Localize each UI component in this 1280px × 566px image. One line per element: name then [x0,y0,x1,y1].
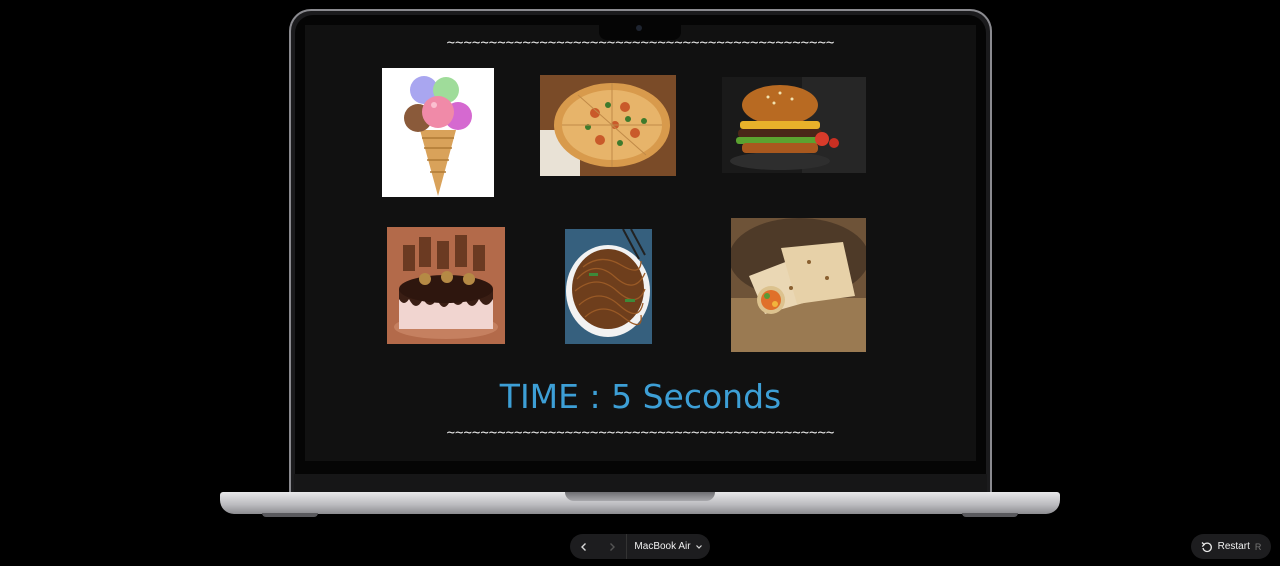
back-button[interactable] [570,534,598,559]
food-image-pizza [540,75,676,176]
camera-icon [636,25,642,31]
restart-label: Restart [1217,541,1250,552]
chevron-right-icon [610,542,615,551]
device-preview-stage: ~~~~~~~~~~~~~~~~~~~~~~~~~~~~~~~~~~~~~~~~… [0,0,1280,566]
food-image-wrap [731,218,866,352]
laptop-foot-right [962,513,1018,517]
device-select[interactable]: MacBook Air [627,541,710,552]
trackpad-notch [565,492,715,501]
countdown-timer: TIME : 5 Seconds [499,377,782,416]
chevron-down-icon [695,544,702,549]
laptop-foot-left [262,513,318,517]
restart-icon [1201,541,1212,552]
laptop-chin [294,474,987,492]
restart-button[interactable]: Restart R [1191,534,1271,559]
chevron-left-icon [581,542,586,551]
decor-line-bottom: ~~~~~~~~~~~~~~~~~~~~~~~~~~~~~~~~~~~~~~~~… [446,425,835,441]
camera-notch [599,22,681,40]
device-toolbar: MacBook Air [570,534,710,559]
food-image-burger [722,77,866,173]
food-image-cake [387,227,505,344]
device-select-label: MacBook Air [634,541,691,552]
laptop-screen: ~~~~~~~~~~~~~~~~~~~~~~~~~~~~~~~~~~~~~~~~… [305,25,976,461]
forward-button[interactable] [598,534,626,559]
food-image-ice-cream [382,68,494,197]
restart-shortcut: R [1254,541,1262,552]
laptop-base [220,492,1060,514]
food-image-noodles [565,229,652,344]
